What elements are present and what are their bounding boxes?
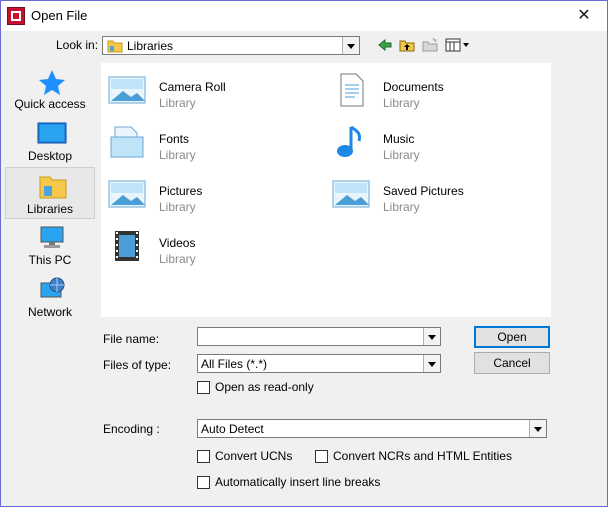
music-library-icon	[337, 125, 361, 157]
file-name: Fonts	[159, 132, 190, 146]
encoding-value: Auto Detect	[201, 422, 264, 436]
file-type: Library	[159, 252, 196, 266]
chevron-down-icon[interactable]	[423, 355, 440, 372]
cancel-button[interactable]: Cancel	[474, 352, 550, 374]
look-in-value: Libraries	[127, 39, 174, 53]
list-item[interactable]: Pictures Library	[101, 169, 311, 215]
view-menu-icon[interactable]	[445, 37, 471, 53]
place-label: Network	[27, 305, 72, 319]
file-name: Saved Pictures	[383, 184, 464, 198]
encoding-select[interactable]: Auto Detect	[197, 419, 547, 438]
pictures-library-icon	[108, 180, 146, 208]
file-type-label: Files of type:	[103, 358, 172, 372]
checkbox-box[interactable]	[315, 450, 328, 463]
title-bar[interactable]: Open File ✕	[1, 1, 607, 31]
open-button[interactable]: Open	[474, 326, 550, 348]
back-arrow-icon[interactable]	[377, 37, 393, 53]
quick-access-star-icon	[39, 70, 65, 95]
checkbox-label: Convert NCRs and HTML Entities	[333, 449, 512, 463]
list-item[interactable]: Documents Library	[325, 65, 535, 111]
app-icon	[7, 7, 25, 25]
window-title: Open File	[31, 8, 88, 23]
file-name: Videos	[159, 236, 196, 250]
checkbox-box[interactable]	[197, 450, 210, 463]
encoding-label: Encoding :	[103, 422, 160, 436]
fonts-library-icon	[110, 126, 144, 158]
close-button[interactable]: ✕	[561, 1, 607, 31]
look-in-combo[interactable]: Libraries	[102, 36, 360, 55]
place-label: Quick access	[14, 97, 86, 111]
libraries-folder-icon	[39, 176, 67, 199]
file-type: Library	[383, 148, 420, 162]
place-label: This PC	[28, 253, 72, 267]
place-this-pc[interactable]: This PC	[5, 219, 95, 271]
place-network[interactable]: Network	[5, 271, 95, 323]
network-globe-icon	[40, 277, 65, 298]
place-quick-access[interactable]: Quick access	[5, 63, 95, 115]
chevron-down-icon[interactable]	[423, 328, 440, 345]
file-type: Library	[159, 200, 196, 214]
file-type-value: All Files (*.*)	[201, 357, 268, 371]
chevron-down-icon[interactable]	[529, 420, 546, 437]
file-name: Documents	[383, 80, 444, 94]
place-desktop[interactable]: Desktop	[5, 115, 95, 167]
file-type: Library	[159, 96, 196, 110]
pictures-library-icon	[332, 180, 370, 208]
computer-icon	[40, 226, 64, 248]
file-name: Camera Roll	[159, 80, 226, 94]
file-name: Music	[383, 132, 415, 146]
checkbox-box[interactable]	[197, 381, 210, 394]
places-bar: Quick access Desktop Libraries This PC N…	[5, 61, 97, 321]
list-item[interactable]: Videos Library	[101, 221, 311, 267]
list-item[interactable]: Fonts Library	[101, 117, 311, 163]
file-type-select[interactable]: All Files (*.*)	[197, 354, 441, 373]
list-item[interactable]: Camera Roll Library	[101, 65, 311, 111]
file-name: Pictures	[159, 184, 203, 198]
open-file-dialog: Open File ✕ Look in: Libraries Quick acc…	[0, 0, 608, 507]
look-in-label: Look in:	[56, 38, 99, 52]
file-type: Library	[159, 148, 196, 162]
file-type: Library	[383, 96, 420, 110]
up-folder-icon[interactable]	[399, 37, 415, 53]
pictures-library-icon	[108, 76, 146, 104]
file-type: Library	[383, 200, 420, 214]
list-item[interactable]: Music Library	[325, 117, 535, 163]
place-label: Libraries	[26, 202, 74, 216]
list-item[interactable]: Saved Pictures Library	[325, 169, 535, 215]
libraries-folder-icon	[107, 40, 123, 53]
file-name-label: File name:	[103, 332, 160, 346]
documents-library-icon	[340, 73, 364, 107]
checkbox-label: Open as read-only	[215, 380, 314, 394]
file-list[interactable]: Camera Roll Library Documents Library Fo…	[101, 63, 551, 317]
checkbox-label: Convert UCNs	[215, 449, 293, 463]
place-label: Desktop	[27, 149, 73, 163]
videos-library-icon	[115, 231, 139, 261]
new-folder-icon[interactable]	[422, 37, 438, 53]
place-libraries[interactable]: Libraries	[5, 167, 95, 219]
checkbox-box[interactable]	[197, 476, 210, 489]
file-name-input[interactable]	[197, 327, 441, 346]
desktop-icon	[37, 122, 67, 144]
chevron-down-icon[interactable]	[342, 37, 359, 54]
checkbox-label: Automatically insert line breaks	[215, 475, 381, 489]
